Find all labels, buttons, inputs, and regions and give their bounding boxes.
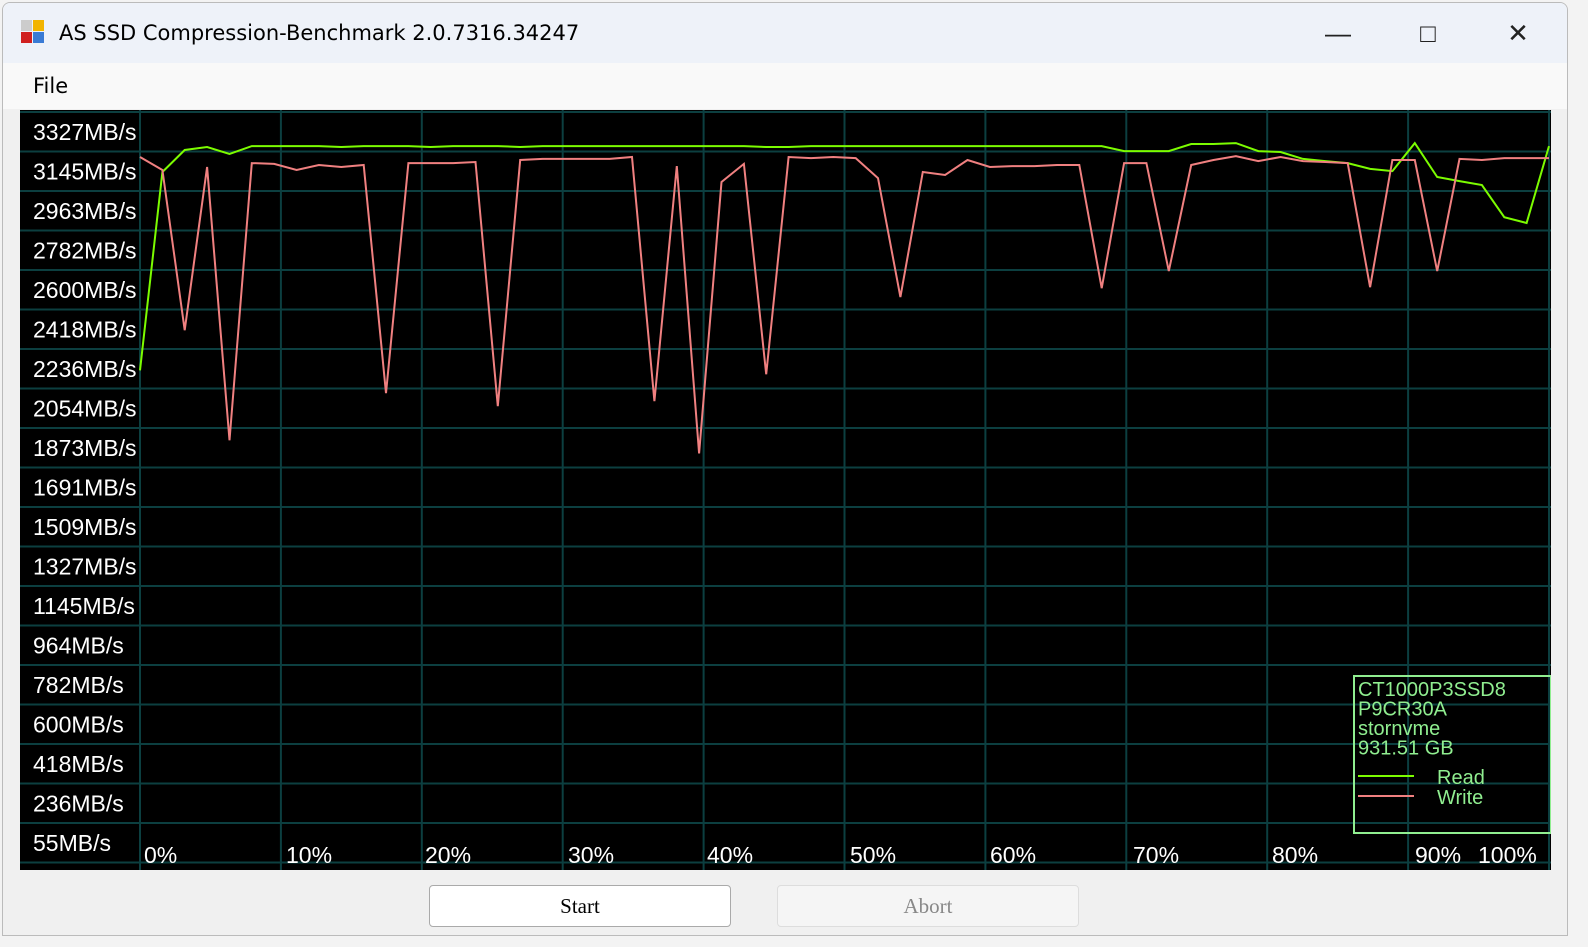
y-tick-label: 2782MB/s (33, 238, 137, 264)
x-tick-label: 40% (707, 842, 753, 868)
x-tick-label: 90% (1415, 842, 1461, 868)
y-tick-label: 2236MB/s (33, 356, 137, 382)
x-tick-label: 20% (425, 842, 471, 868)
y-tick-label: 1691MB/s (33, 475, 137, 501)
benchmark-chart: 3327MB/s 3145MB/s 2963MB/s 2782MB/s 2600MB/s… (20, 110, 1551, 870)
y-tick-label: 236MB/s (33, 791, 124, 817)
y-tick-label: 1327MB/s (33, 554, 137, 580)
x-tick-label: 60% (990, 842, 1036, 868)
y-tick-label: 55MB/s (33, 830, 111, 856)
y-tick-label: 3327MB/s (33, 119, 137, 145)
legend-write-label: Write (1437, 787, 1483, 809)
maximize-icon[interactable]: □ (1383, 3, 1473, 63)
plot-background (20, 110, 1551, 870)
app-icon (21, 20, 47, 46)
title-bar: AS SSD Compression-Benchmark 2.0.7316.34… (3, 3, 1567, 63)
x-tick-label: 80% (1272, 842, 1318, 868)
y-tick-label: 1145MB/s (33, 593, 135, 619)
start-button[interactable]: Start (429, 885, 731, 927)
y-tick-label: 2054MB/s (33, 396, 137, 422)
menu-file[interactable]: File (33, 74, 68, 98)
close-icon[interactable]: ✕ (1473, 3, 1563, 63)
legend-read-label: Read (1437, 767, 1485, 789)
y-tick-label: 964MB/s (33, 633, 124, 659)
y-tick-label: 1873MB/s (33, 435, 137, 461)
x-tick-label: 0% (144, 842, 177, 868)
minimize-icon[interactable]: — (1293, 3, 1383, 63)
x-tick-label: 30% (568, 842, 614, 868)
y-tick-label: 2600MB/s (33, 277, 137, 303)
x-tick-label: 50% (850, 842, 896, 868)
legend-device-info: 931.51 GB (1358, 738, 1454, 760)
x-tick-label: 70% (1133, 842, 1179, 868)
abort-button[interactable]: Abort (777, 885, 1079, 927)
y-tick-label: 3145MB/s (33, 159, 137, 185)
menu-bar: File (3, 63, 1567, 109)
y-tick-label: 1509MB/s (33, 514, 137, 540)
y-tick-label: 2418MB/s (33, 317, 137, 343)
y-tick-label: 600MB/s (33, 712, 124, 738)
x-tick-label: 10% (286, 842, 332, 868)
y-tick-label: 2963MB/s (33, 198, 137, 224)
y-tick-label: 782MB/s (33, 672, 124, 698)
y-tick-label: 418MB/s (33, 751, 124, 777)
x-tick-label: 100% (1478, 842, 1537, 868)
window-title: AS SSD Compression-Benchmark 2.0.7316.34… (59, 21, 580, 45)
